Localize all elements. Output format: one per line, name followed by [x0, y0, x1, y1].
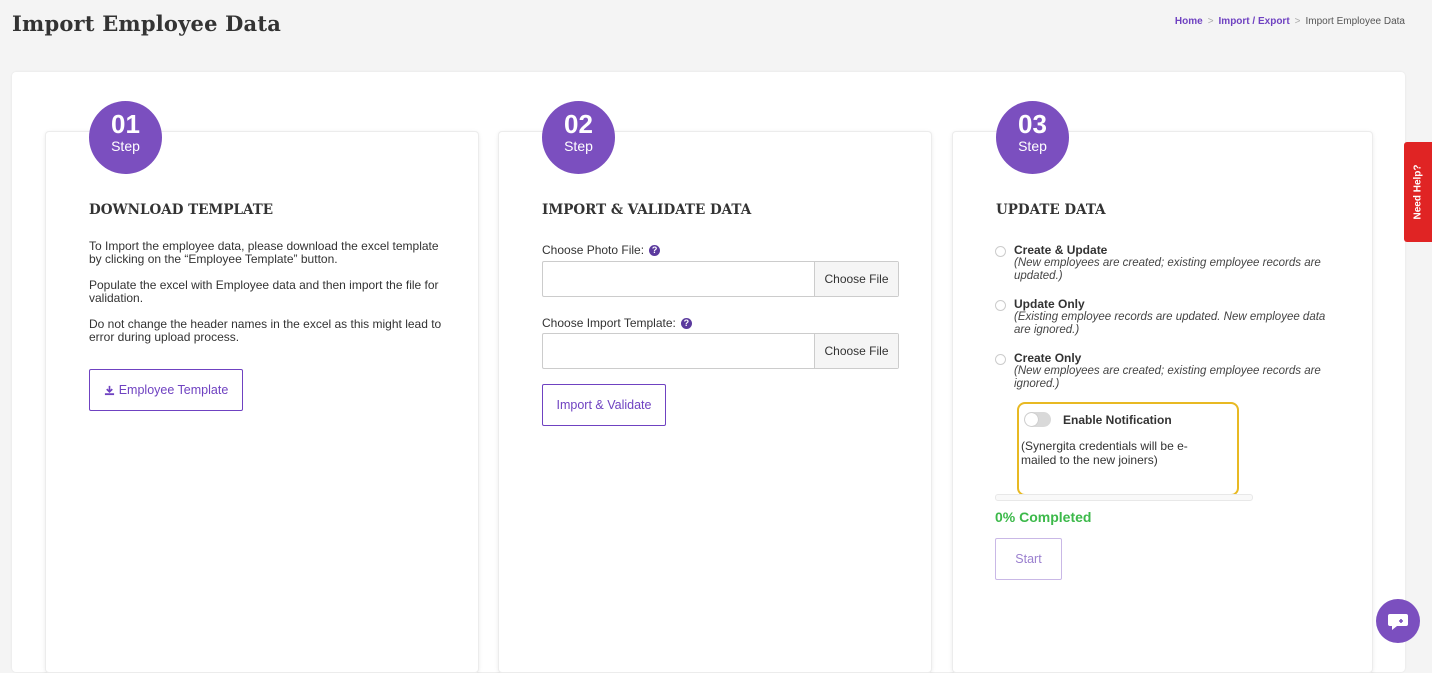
photo-file-label: Choose Photo File: ?: [542, 243, 661, 257]
radio-button[interactable]: [995, 354, 1006, 365]
step-number: 03: [1018, 109, 1047, 139]
import-template-label-text: Choose Import Template:: [542, 316, 676, 330]
option-title: Create & Update: [1014, 243, 1108, 257]
step-number: 02: [564, 109, 593, 139]
notification-label: Enable Notification: [1063, 413, 1172, 427]
step-2-card: 02 Step IMPORT & VALIDATE DATA Choose Ph…: [498, 101, 932, 673]
chat-button[interactable]: [1376, 599, 1420, 643]
breadcrumb-home-link[interactable]: Home: [1175, 16, 1203, 27]
import-template-input[interactable]: Choose File: [542, 333, 899, 369]
step-2-badge: 02 Step: [542, 101, 615, 174]
step-label: Step: [564, 138, 593, 154]
need-help-tab[interactable]: Need Help?: [1404, 142, 1432, 242]
employee-template-label: Employee Template: [118, 383, 229, 397]
photo-file-label-text: Choose Photo File:: [542, 243, 645, 257]
step-3-badge: 03 Step: [996, 101, 1069, 174]
progress-text: 0% Completed: [995, 509, 1092, 525]
radio-button[interactable]: [995, 300, 1006, 311]
option-title: Update Only: [1014, 297, 1085, 311]
breadcrumb-current: Import Employee Data: [1305, 16, 1406, 27]
breadcrumb: Home > Import / Export > Import Employee Dat…: [1175, 16, 1405, 27]
import-template-label: Choose Import Template: ?: [542, 316, 692, 330]
question-circle-icon[interactable]: ?: [649, 244, 661, 256]
choose-photo-file-button[interactable]: Choose File: [814, 262, 898, 296]
instruction-text: Populate the excel with Employee data an…: [89, 278, 439, 305]
page-title: Import Employee Data: [12, 11, 282, 36]
photo-file-input[interactable]: Choose File: [542, 261, 899, 297]
notification-toggle[interactable]: [1024, 412, 1051, 427]
option-description: (New employees are created; existing emp…: [1014, 365, 1321, 390]
breadcrumb-separator: >: [1294, 16, 1301, 27]
question-circle-icon[interactable]: ?: [680, 317, 692, 329]
breadcrumb-import-export-link[interactable]: Import / Export: [1219, 16, 1290, 27]
toggle-knob: [1025, 413, 1038, 426]
breadcrumb-separator: >: [1207, 16, 1214, 27]
notification-highlight: Enable Notification (Synergita credentia…: [1017, 402, 1239, 496]
option-create-only[interactable]: Create Only (New employees are created; …: [995, 351, 1335, 391]
start-button[interactable]: Start: [995, 538, 1062, 580]
step-3-card: 03 Step UPDATE DATA Create & Update (New…: [952, 101, 1373, 673]
instruction-text: Do not change the header names in the ex…: [89, 317, 442, 344]
notification-description: (Synergita credentials will be e-mailed …: [1021, 439, 1188, 467]
step-1-badge: 01 Step: [89, 101, 162, 174]
step-number: 01: [111, 109, 140, 139]
option-description: (Existing employee records are updated. …: [1014, 311, 1326, 336]
chat-icon: [1388, 614, 1408, 630]
import-validate-button[interactable]: Import & Validate: [542, 384, 666, 426]
step-1-heading: DOWNLOAD TEMPLATE: [89, 202, 274, 218]
employee-template-button[interactable]: Employee Template: [89, 369, 243, 411]
option-create-update[interactable]: Create & Update (New employees are creat…: [995, 243, 1335, 283]
step-2-heading: IMPORT & VALIDATE DATA: [542, 202, 752, 218]
step-3-heading: UPDATE DATA: [996, 202, 1106, 218]
choose-template-file-button[interactable]: Choose File: [814, 334, 898, 368]
option-update-only[interactable]: Update Only (Existing employee records a…: [995, 297, 1335, 337]
option-description: (New employees are created; existing emp…: [1014, 257, 1321, 282]
radio-button[interactable]: [995, 246, 1006, 257]
step-label: Step: [1018, 138, 1047, 154]
download-icon: [104, 385, 114, 395]
option-title: Create Only: [1014, 351, 1082, 365]
instruction-text: To Import the employee data, please down…: [89, 239, 439, 266]
step-1-card: 01 Step DOWNLOAD TEMPLATE To Import the …: [45, 101, 479, 673]
progress-bar: [995, 494, 1253, 501]
step-label: Step: [111, 138, 140, 154]
need-help-label: Need Help?: [1412, 164, 1424, 220]
